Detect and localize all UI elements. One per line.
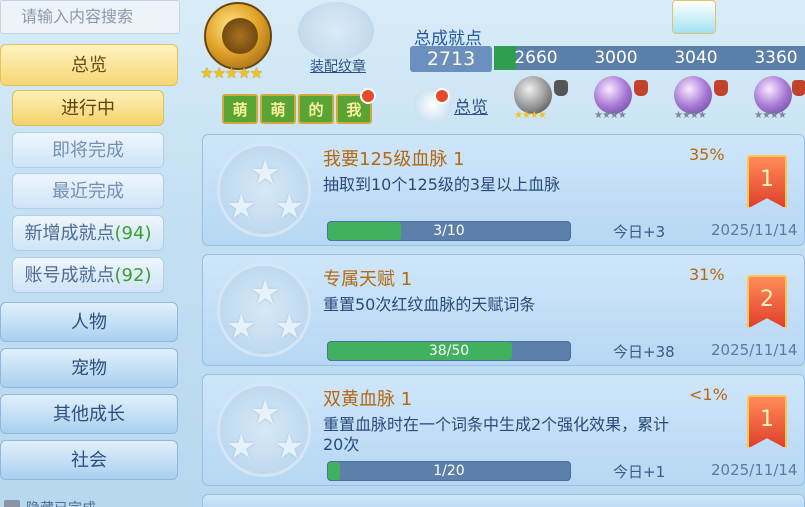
- account-points-count: (92): [114, 265, 152, 286]
- achievement-percent: 31%: [689, 265, 725, 284]
- new-points-label: 新增成就点: [24, 223, 115, 244]
- search-input[interactable]: 请输入内容搜索: [0, 0, 180, 34]
- overview-link-label: 总览: [454, 97, 488, 118]
- account-points-label: 账号成就点: [24, 265, 115, 286]
- sidebar-item-about-to-finish[interactable]: 即将完成: [12, 132, 164, 168]
- sidebar-item-new-points[interactable]: 新增成就点(94): [12, 215, 164, 251]
- title-tag: 萌: [260, 94, 296, 124]
- hide-completed-label: 隐藏已完成: [26, 498, 96, 507]
- total-points-value: 2713: [410, 46, 492, 72]
- reward-stars-icon: ★★★★: [674, 110, 707, 121]
- pet-avatar-icon[interactable]: [672, 0, 716, 34]
- rank-ribbon-icon: 1: [747, 155, 787, 209]
- achievement-title: 专属天赋 1: [323, 269, 413, 290]
- achievement-card[interactable]: ★ ★ ★ 我要125级血脉 1 35% 抽取到10个125级的3星以上血脉 3…: [202, 134, 805, 246]
- achievement-card[interactable]: ★ ★ ★ 双黄血脉 1 <1% 重置血脉时在一个词条中生成2个强化效果，累计2…: [202, 374, 805, 486]
- star-emblem-icon: ★ ★ ★: [217, 383, 311, 477]
- rank-ribbon-icon: 1: [747, 395, 787, 449]
- achievement-progress-text: 3/10: [433, 223, 465, 239]
- sidebar: 总览 进行中 即将完成 最近完成 新增成就点(94) 账号成就点(92) 人物 …: [0, 38, 185, 507]
- achievement-title: 双黄血脉 1: [323, 389, 413, 410]
- milestone-value: 3040: [674, 48, 718, 68]
- sidebar-category-social[interactable]: 社会: [0, 440, 178, 480]
- reward-stars-icon: ★★★★: [754, 110, 787, 121]
- sidebar-item-overview[interactable]: 总览: [0, 44, 178, 86]
- empty-emblem-slot-icon[interactable]: [298, 2, 374, 60]
- achievement-progress-bar: 38/50: [327, 341, 571, 361]
- sidebar-category-other-growth[interactable]: 其他成长: [0, 394, 178, 434]
- milestone-value: 2660: [514, 48, 558, 68]
- rank-ribbon-icon: 2: [747, 275, 787, 329]
- achievement-progress-bar: 1/20: [327, 461, 571, 481]
- checkbox-icon[interactable]: [4, 500, 20, 507]
- sidebar-item-recently-done[interactable]: 最近完成: [12, 173, 164, 209]
- achievement-card[interactable]: ★ ★ ★ 专属天赋 1 31% 重置50次红纹血脉的天赋词条 38/50 今日…: [202, 254, 805, 366]
- reward-bag-icon: [792, 80, 805, 96]
- reward-bag-icon: [554, 80, 568, 96]
- title-tag: 萌: [222, 94, 258, 124]
- purple-badge-icon[interactable]: [674, 76, 712, 114]
- achievement-today: 今日+1: [613, 463, 666, 481]
- achievement-progress-bar: 3/10: [327, 221, 571, 241]
- title-tag: 的: [298, 94, 334, 124]
- purple-badge-icon[interactable]: [594, 76, 632, 114]
- notification-dot-icon: [360, 88, 376, 104]
- star-emblem-icon: ★ ★ ★: [217, 263, 311, 357]
- sidebar-item-in-progress[interactable]: 进行中: [12, 90, 164, 126]
- achievement-description: 抽取到10个125级的3星以上血脉: [323, 175, 561, 194]
- title-tags[interactable]: 萌 萌 的 我: [222, 94, 372, 124]
- star-emblem-icon: ★ ★ ★: [217, 143, 311, 237]
- achievement-title: 我要125级血脉 1: [323, 149, 465, 170]
- sidebar-item-account-points[interactable]: 账号成就点(92): [12, 257, 164, 293]
- achievement-percent: 35%: [689, 145, 725, 164]
- sidebar-category-character[interactable]: 人物: [0, 302, 178, 342]
- sidebar-category-pet[interactable]: 宠物: [0, 348, 178, 388]
- overview-link[interactable]: 总览: [414, 88, 488, 122]
- reward-stars-icon: ★★★★: [514, 110, 547, 121]
- achievement-today: 今日+38: [613, 343, 675, 361]
- achievement-description: 重置血脉时在一个词条中生成2个强化效果，累计20次: [323, 415, 670, 454]
- equip-emblem-link[interactable]: 装配纹章: [310, 56, 366, 76]
- medal-stars-icon: ★★★★★: [200, 64, 263, 82]
- reward-stars-icon: ★★★★: [594, 110, 627, 121]
- dragon-medal-icon[interactable]: [204, 2, 272, 70]
- achievement-date: 2025/11/14: [711, 221, 798, 239]
- achievement-description: 重置50次红纹血脉的天赋词条: [323, 295, 536, 314]
- achievement-progress-text: 38/50: [428, 343, 470, 359]
- achievement-today: 今日+3: [613, 223, 666, 241]
- hide-completed-toggle[interactable]: 隐藏已完成: [4, 498, 96, 507]
- reward-bag-icon: [714, 80, 728, 96]
- achievement-date: 2025/11/14: [711, 461, 798, 479]
- notification-dot-icon: [434, 88, 450, 104]
- milestone-value: 3000: [594, 48, 638, 68]
- new-points-count: (94): [114, 223, 152, 244]
- milestone-value: 3360: [754, 48, 798, 68]
- achievement-date: 2025/11/14: [711, 341, 798, 359]
- achievement-percent: <1%: [689, 385, 728, 404]
- achievement-progress-text: 1/20: [433, 463, 465, 479]
- achievement-card-partial[interactable]: [202, 494, 805, 507]
- purple-badge-icon[interactable]: [754, 76, 792, 114]
- reward-bag-icon: [634, 80, 648, 96]
- silver-badge-icon[interactable]: [514, 76, 552, 114]
